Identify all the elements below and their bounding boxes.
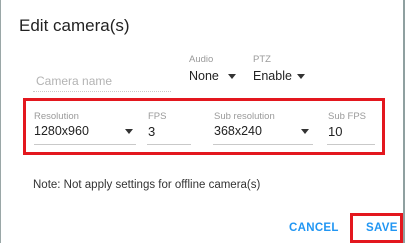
chevron-down-icon — [228, 74, 236, 79]
ptz-select[interactable]: PTZ Enable — [252, 54, 310, 92]
sub-resolution-value: 368x240 — [214, 124, 262, 138]
audio-label: Audio — [189, 54, 214, 65]
fps-input[interactable]: FPS 3 — [147, 111, 197, 151]
offline-note: Note: Not apply settings for offline cam… — [33, 179, 261, 191]
sub-resolution-select[interactable]: Sub resolution 368x240 — [213, 111, 315, 151]
sub-fps-underline — [327, 144, 375, 145]
edit-camera-dialog: Edit camera(s) Camera name Audio None PT… — [0, 0, 405, 243]
dialog-title: Edit camera(s) — [19, 16, 130, 35]
sub-fps-input[interactable]: Sub FPS 10 — [327, 111, 379, 151]
save-button[interactable]: SAVE — [366, 222, 398, 234]
sub-fps-value: 10 — [328, 124, 343, 139]
chevron-down-icon — [301, 129, 309, 134]
audio-select[interactable]: Audio None — [188, 54, 242, 92]
chevron-down-icon — [297, 74, 305, 79]
audio-value: None — [189, 69, 219, 83]
ptz-label: PTZ — [253, 54, 271, 65]
chevron-down-icon — [125, 129, 133, 134]
camera-name-field[interactable]: Camera name — [33, 66, 173, 94]
sub-resolution-underline — [213, 144, 313, 145]
fps-value: 3 — [148, 124, 156, 139]
fps-label: FPS — [148, 111, 167, 122]
camera-name-placeholder: Camera name — [36, 74, 113, 88]
resolution-select[interactable]: Resolution 1280x960 — [34, 111, 138, 151]
ptz-value: Enable — [253, 69, 292, 83]
resolution-value: 1280x960 — [34, 124, 89, 138]
sub-resolution-label: Sub resolution — [214, 111, 275, 122]
cancel-button[interactable]: CANCEL — [289, 222, 339, 234]
resolution-label: Resolution — [34, 111, 79, 122]
camera-name-underline — [33, 91, 171, 92]
sub-fps-label: Sub FPS — [328, 111, 367, 122]
resolution-underline — [34, 144, 136, 145]
fps-underline — [147, 144, 191, 145]
